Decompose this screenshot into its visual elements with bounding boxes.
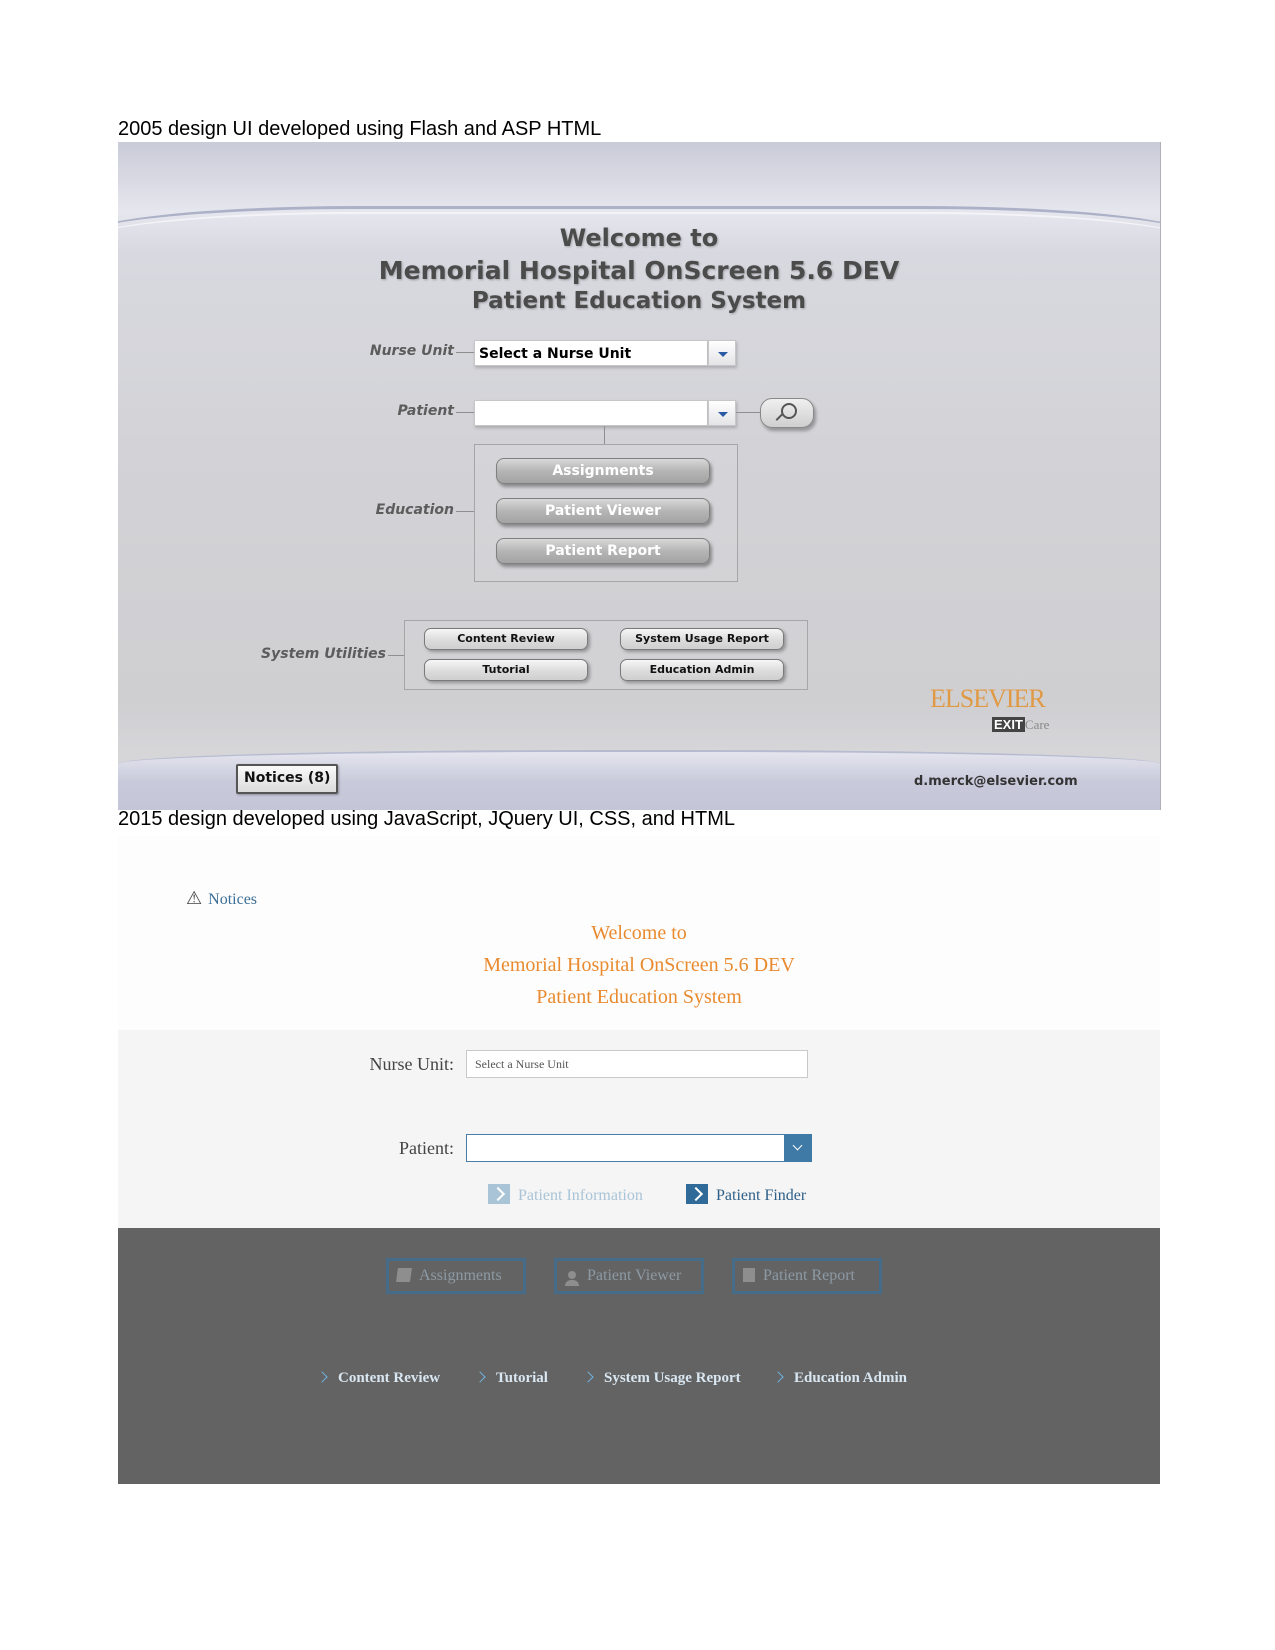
- exitcare-logo: EXIT Care: [992, 717, 1049, 733]
- nurse-unit-dropdown-button[interactable]: [708, 340, 736, 366]
- nurse-unit-label: Nurse Unit:: [369, 1054, 455, 1074]
- chevron-right-icon: [686, 1184, 708, 1204]
- assignments-button[interactable]: Assignments: [386, 1258, 526, 1294]
- content-review-link[interactable]: Content Review: [316, 1370, 441, 1387]
- patient-report-button[interactable]: Patient Report: [496, 538, 710, 564]
- patient-connector: [456, 412, 474, 413]
- patient-dropdown-button[interactable]: [708, 400, 736, 426]
- patient-report-button[interactable]: Patient Report: [732, 1258, 882, 1294]
- content-review-label: Content Review: [338, 1370, 441, 1386]
- exitcare-logo-care: Care: [1024, 717, 1050, 732]
- hospital-title: Memorial Hospital OnScreen 5.6 DEV: [378, 256, 900, 285]
- patient-search-button[interactable]: [760, 398, 814, 428]
- education-connector-vertical: [604, 426, 605, 444]
- notices-link-label: Notices: [208, 891, 258, 908]
- nurse-unit-connector: [456, 352, 474, 353]
- patient-viewer-button[interactable]: Patient Viewer: [496, 498, 710, 524]
- document-icon: [743, 1268, 755, 1282]
- system-utilities-label: System Utilities: [261, 646, 386, 662]
- system-usage-report-button[interactable]: System Usage Report: [620, 628, 784, 650]
- system-title: Patient Education System: [536, 986, 742, 1008]
- education-admin-link[interactable]: Education Admin: [772, 1370, 907, 1387]
- system-utilities-connector: [388, 655, 404, 656]
- chevron-right-icon: [582, 1371, 594, 1383]
- patient-report-label: Patient Report: [763, 1267, 855, 1284]
- tutorial-button[interactable]: Tutorial: [424, 659, 588, 681]
- education-label: Education: [375, 502, 454, 518]
- chevron-right-icon: [772, 1371, 784, 1383]
- patient-select[interactable]: [474, 400, 708, 426]
- patient-label: Patient:: [399, 1138, 454, 1158]
- person-icon: [565, 1271, 579, 1286]
- system-usage-report-link[interactable]: System Usage Report: [582, 1370, 741, 1387]
- user-email: d.merck@elsevier.com: [914, 774, 1078, 789]
- chevron-right-icon: [488, 1184, 510, 1204]
- assignments-button[interactable]: Assignments: [496, 458, 710, 484]
- education-admin-label: Education Admin: [794, 1370, 907, 1386]
- patient-finder-link[interactable]: Patient Finder: [686, 1184, 806, 1205]
- notices-link[interactable]: ⚠ Notices: [186, 888, 257, 909]
- magnifier-icon: [781, 403, 797, 419]
- chevron-right-icon: [316, 1371, 328, 1383]
- notices-button[interactable]: Notices (8): [236, 764, 339, 794]
- patient-information-link[interactable]: Patient Information: [488, 1184, 643, 1205]
- magnifier-handle: [775, 413, 784, 421]
- welcome-title: Welcome to: [559, 224, 719, 252]
- patient-label: Patient: [397, 403, 454, 419]
- nurse-unit-select[interactable]: Select a Nurse Unit: [474, 340, 708, 366]
- tutorial-label: Tutorial: [496, 1370, 548, 1386]
- exitcare-logo-exit: EXIT: [992, 717, 1025, 732]
- patient-information-label: Patient Information: [518, 1187, 643, 1204]
- nurse-unit-select[interactable]: Select a Nurse Unit: [466, 1050, 808, 1078]
- system-usage-report-label: System Usage Report: [604, 1370, 741, 1386]
- caption-2005: 2005 design UI developed using Flash and…: [118, 118, 602, 140]
- chevron-down-icon[interactable]: [784, 1134, 812, 1162]
- nurse-unit-label: Nurse Unit: [369, 343, 454, 359]
- patient-viewer-label: Patient Viewer: [587, 1267, 682, 1284]
- patient-select[interactable]: [466, 1134, 812, 1162]
- search-connector: [736, 412, 760, 413]
- new-ui-screenshot: ⚠ Notices Welcome to Memorial Hospital On…: [118, 836, 1160, 1484]
- welcome-title: Welcome to: [591, 922, 687, 944]
- patient-viewer-button[interactable]: Patient Viewer: [554, 1258, 704, 1294]
- elsevier-logo: ELSEVIER: [930, 684, 1046, 713]
- education-connector: [456, 511, 474, 512]
- edit-icon: [396, 1268, 412, 1282]
- tutorial-link[interactable]: Tutorial: [474, 1370, 548, 1387]
- chevron-right-icon: [474, 1371, 486, 1383]
- assignments-label: Assignments: [419, 1267, 502, 1284]
- caption-2015: 2015 design developed using JavaScript, …: [118, 808, 735, 830]
- old-ui-screenshot: Welcome to Memorial Hospital OnScreen 5.…: [118, 142, 1161, 810]
- hospital-title: Memorial Hospital OnScreen 5.6 DEV: [483, 954, 795, 976]
- education-admin-button[interactable]: Education Admin: [620, 659, 784, 681]
- warning-icon: ⚠: [186, 888, 203, 908]
- content-review-button[interactable]: Content Review: [424, 628, 588, 650]
- patient-finder-label: Patient Finder: [716, 1187, 807, 1204]
- system-title: Patient Education System: [471, 288, 807, 314]
